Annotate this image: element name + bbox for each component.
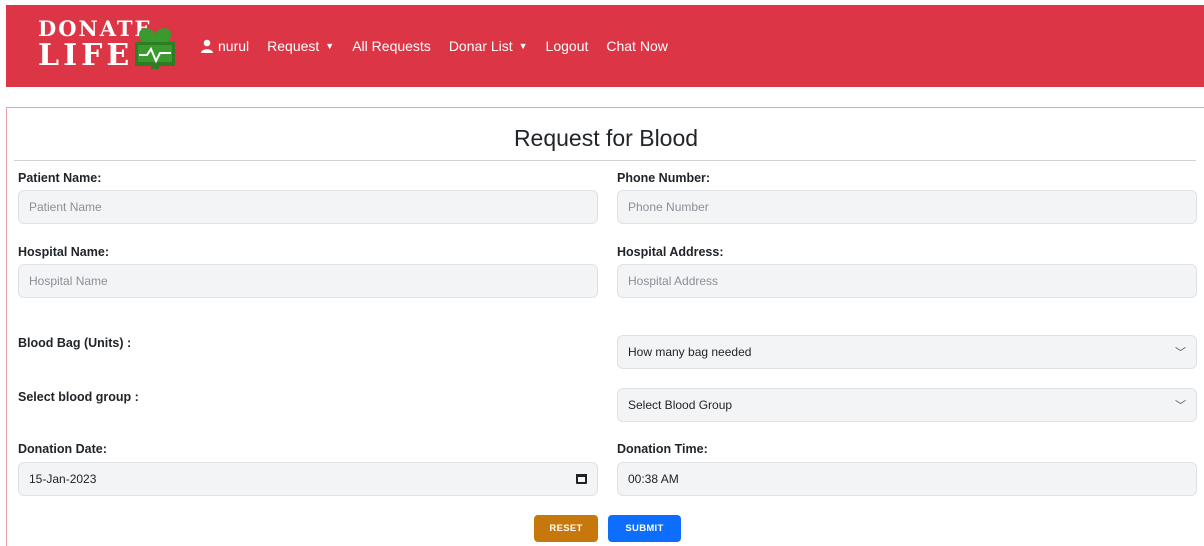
phone-number-placeholder: Phone Number bbox=[628, 200, 709, 214]
donation-date-input[interactable]: 15-Jan-2023 bbox=[18, 462, 598, 496]
nav-request-label: Request bbox=[267, 38, 320, 54]
submit-button[interactable]: SUBMIT bbox=[608, 515, 681, 542]
top-navbar: DONATE LIFE nurul Request ▼ All Requests… bbox=[6, 5, 1204, 87]
donation-time-label: Donation Time: bbox=[617, 442, 708, 456]
donation-date-label: Donation Date: bbox=[18, 442, 107, 456]
request-form-card: Request for Blood Patient Name: Patient … bbox=[6, 107, 1204, 546]
patient-name-input[interactable]: Patient Name bbox=[18, 190, 598, 224]
calendar-icon[interactable] bbox=[576, 474, 587, 484]
nav-logout-label: Logout bbox=[545, 38, 589, 54]
blood-group-select[interactable]: Select Blood Group ﹀ bbox=[617, 388, 1197, 422]
donation-date-value: 15-Jan-2023 bbox=[29, 472, 97, 486]
nav-user-name: nurul bbox=[218, 38, 250, 54]
blood-group-selected: Select Blood Group bbox=[628, 398, 733, 412]
blood-bag-selected: How many bag needed bbox=[628, 345, 752, 359]
caret-down-icon: ▼ bbox=[325, 41, 335, 51]
nav-donar-list[interactable]: Donar List ▼ bbox=[449, 38, 528, 54]
nav-request[interactable]: Request ▼ bbox=[267, 38, 334, 54]
nav-donar-list-label: Donar List bbox=[448, 38, 513, 54]
heart-monitor-icon bbox=[135, 28, 175, 69]
blood-group-label: Select blood group : bbox=[18, 390, 139, 404]
phone-number-label: Phone Number: bbox=[617, 171, 711, 185]
nav-user[interactable]: nurul bbox=[200, 38, 249, 54]
nav-logout[interactable]: Logout bbox=[546, 38, 589, 54]
blood-bag-select[interactable]: How many bag needed ﹀ bbox=[617, 335, 1197, 369]
hospital-name-placeholder: Hospital Name bbox=[29, 274, 108, 288]
hospital-address-input[interactable]: Hospital Address bbox=[617, 264, 1197, 298]
caret-down-icon: ▼ bbox=[518, 41, 528, 51]
donation-time-input[interactable]: 00:38 AM bbox=[617, 462, 1197, 496]
hospital-name-label: Hospital Name: bbox=[18, 245, 109, 259]
phone-number-input[interactable]: Phone Number bbox=[617, 190, 1197, 224]
hospital-address-placeholder: Hospital Address bbox=[628, 274, 719, 288]
logo-text-life: LIFE bbox=[38, 38, 134, 73]
main-nav: nurul Request ▼ All Requests Donar List … bbox=[200, 5, 686, 87]
patient-name-placeholder: Patient Name bbox=[29, 200, 102, 214]
nav-all-requests-label: All Requests bbox=[352, 38, 431, 54]
chevron-down-icon: ﹀ bbox=[1175, 347, 1186, 359]
nav-chat-now-label: Chat Now bbox=[606, 38, 668, 54]
patient-name-label: Patient Name: bbox=[18, 171, 102, 185]
user-icon bbox=[201, 39, 213, 53]
title-divider bbox=[14, 160, 1196, 161]
nav-chat-now[interactable]: Chat Now bbox=[606, 38, 667, 54]
donation-time-value: 00:38 AM bbox=[628, 472, 679, 486]
nav-all-requests[interactable]: All Requests bbox=[352, 38, 431, 54]
page-title: Request for Blood bbox=[513, 125, 699, 151]
hospital-name-input[interactable]: Hospital Name bbox=[18, 264, 598, 298]
chevron-down-icon: ﹀ bbox=[1175, 400, 1186, 412]
reset-button[interactable]: RESET bbox=[534, 515, 598, 542]
donate-life-logo[interactable]: DONATE LIFE bbox=[38, 14, 188, 74]
blood-bag-label: Blood Bag (Units) : bbox=[18, 336, 132, 350]
hospital-address-label: Hospital Address: bbox=[617, 245, 724, 259]
